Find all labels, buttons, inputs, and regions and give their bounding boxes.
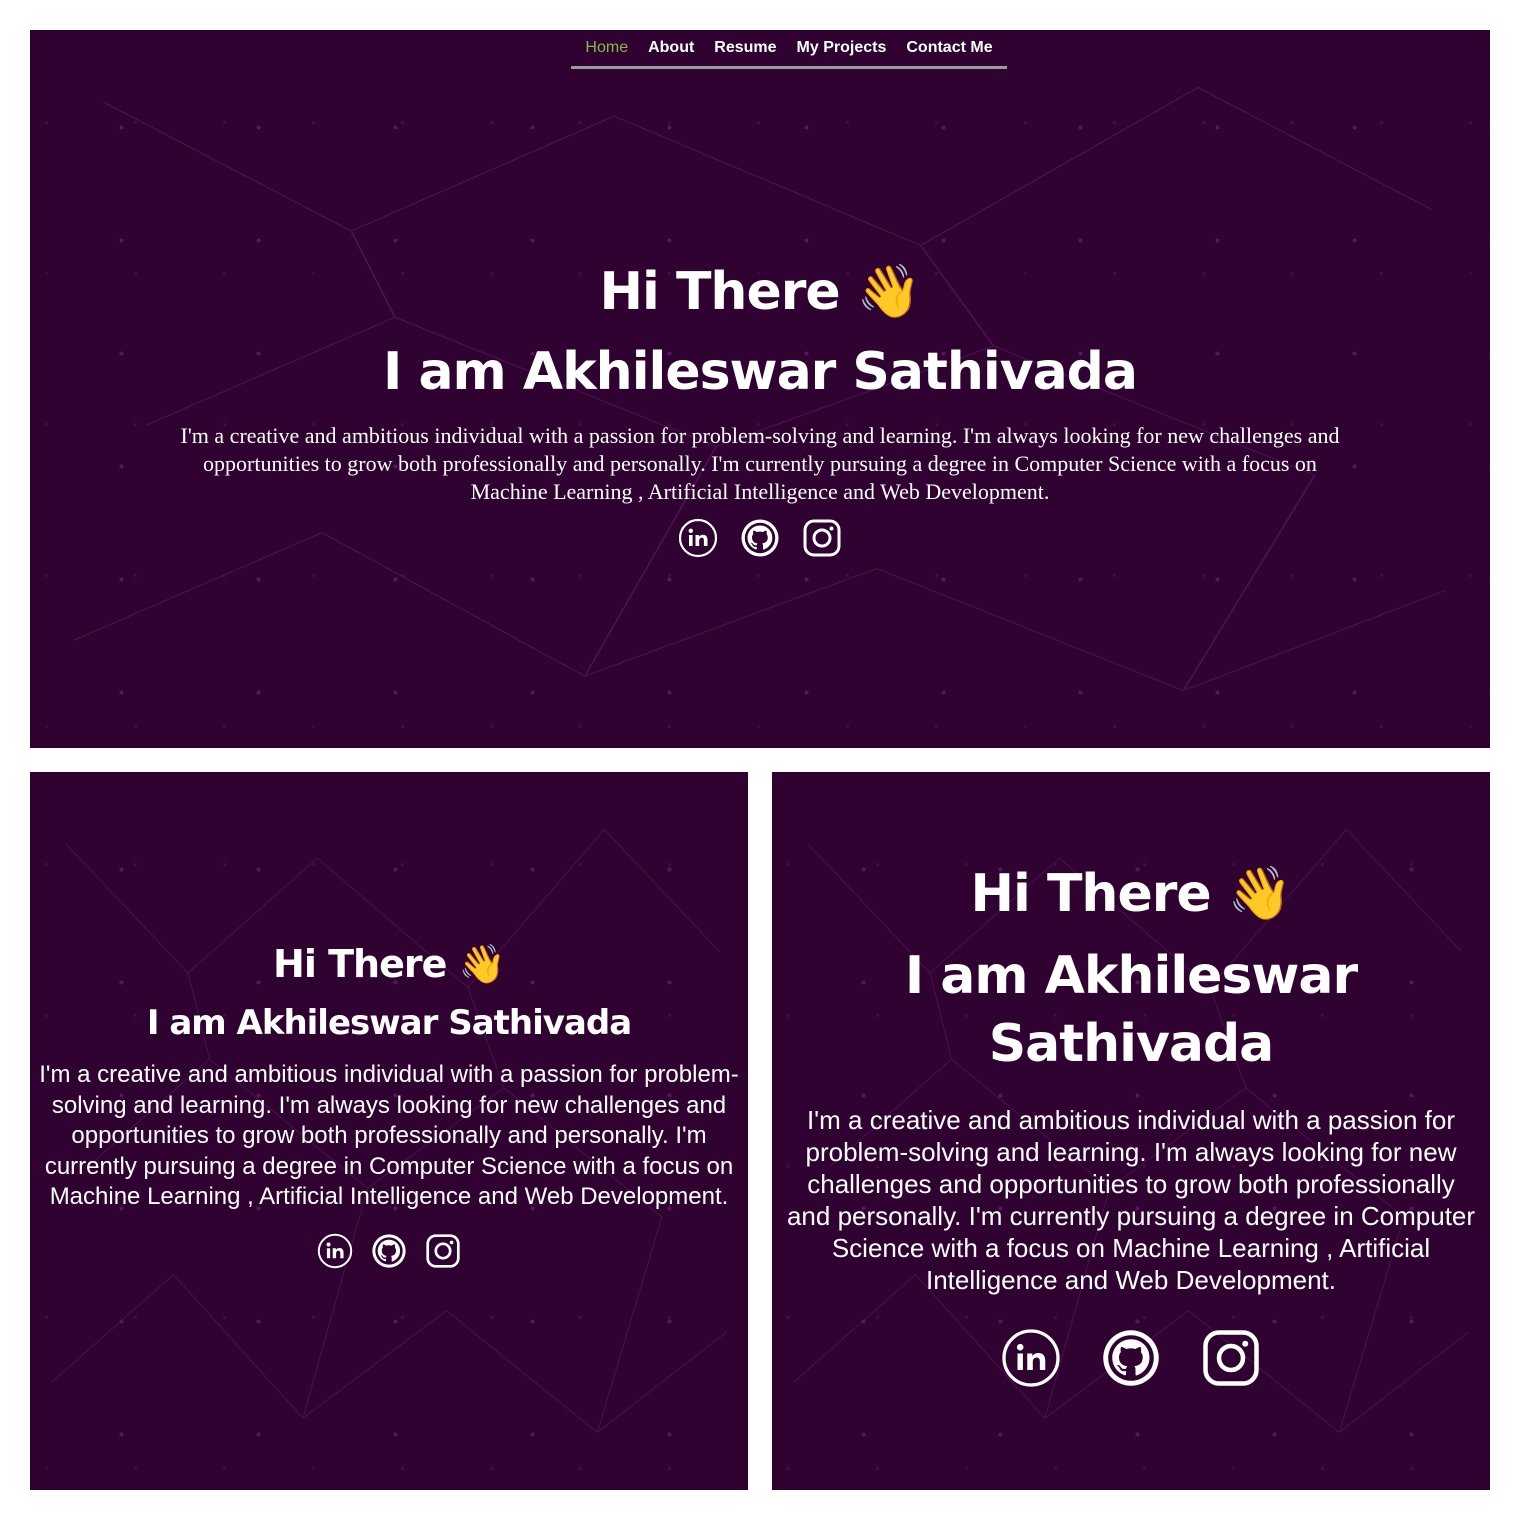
name-heading: I am Akhileswar Sathivada [383,342,1138,402]
greeting-heading: Hi There 👋 [30,936,748,992]
linkedin-icon[interactable] [678,518,718,558]
waving-hand-icon: 👋 [458,942,506,986]
github-icon[interactable] [371,1233,407,1269]
hero-section: Hi There 👋 I am Akhileswar Sathivada I'm… [772,856,1490,1388]
nav-home[interactable]: Home [585,39,628,57]
social-links [30,518,1490,558]
name-heading: I am Akhileswar Sathivada [146,1003,632,1043]
name-line-2: Sathivada [988,1014,1275,1074]
nav-contact-me[interactable]: Contact Me [906,39,992,57]
instagram-icon[interactable] [425,1233,461,1269]
nav-my-projects[interactable]: My Projects [797,39,887,57]
hero-section: Hi There 👋 I am Akhileswar Sathivada I'm… [30,936,748,1269]
linkedin-icon[interactable] [317,1233,353,1269]
bio-paragraph: I'm a creative and ambitious individual … [180,423,1340,504]
greeting-text: Hi There [970,864,1212,924]
instagram-icon[interactable] [1201,1328,1261,1388]
bio-paragraph: I'm a creative and ambitious individual … [786,1105,1476,1295]
desktop-screenshot-panel: Home About Resume My Projects Contact Me… [30,30,1490,748]
nav-resume[interactable]: Resume [714,39,776,57]
tablet-screenshot-panel: Hi There 👋 I am Akhileswar Sathivada I'm… [30,772,748,1490]
linkedin-icon[interactable] [1001,1328,1061,1388]
github-icon[interactable] [1101,1328,1161,1388]
greeting-text: Hi There [599,262,841,322]
waving-hand-icon: 👋 [1227,864,1293,924]
instagram-icon[interactable] [802,518,842,558]
greeting-text: Hi There [273,942,447,986]
github-icon[interactable] [740,518,780,558]
hero-section: Hi There 👋 I am Akhileswar Sathivada I'm… [30,258,1490,558]
waving-hand-icon: 👋 [856,262,922,322]
name-line-1: I am Akhileswar [904,946,1358,1006]
greeting-heading: Hi There 👋 [772,856,1490,932]
top-navigation: Home About Resume My Projects Contact Me [571,30,1007,69]
nav-about[interactable]: About [648,39,694,57]
greeting-heading: Hi There 👋 [30,258,1490,326]
mobile-screenshot-panel: Hi There 👋 I am Akhileswar Sathivada I'm… [772,772,1490,1490]
social-links [30,1233,748,1269]
bio-paragraph: I'm a creative and ambitious individual … [39,1061,739,1210]
social-links [772,1328,1490,1388]
name-heading: I am Akhileswar Sathivada [851,942,1411,1078]
